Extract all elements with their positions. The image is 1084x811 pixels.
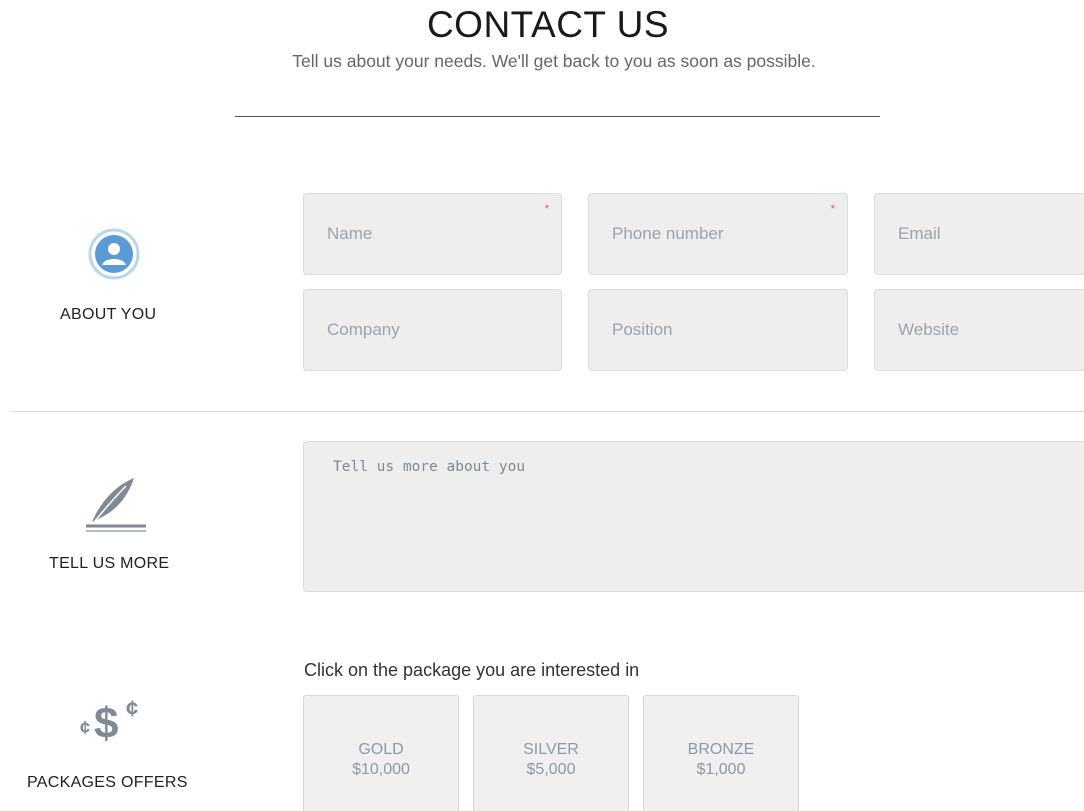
required-marker: * bbox=[544, 203, 549, 215]
svg-text:$: $ bbox=[94, 699, 118, 748]
packages-offers-label: PACKAGES OFFERS bbox=[27, 774, 188, 791]
package-price: $1,000 bbox=[696, 761, 746, 778]
package-name: GOLD bbox=[358, 741, 404, 758]
user-circle-icon bbox=[88, 228, 140, 285]
about-you-label: ABOUT YOU bbox=[60, 306, 157, 323]
website-placeholder: Website bbox=[898, 320, 960, 339]
tell-us-more-label: TELL US MORE bbox=[49, 555, 170, 572]
position-field[interactable]: Position bbox=[588, 289, 848, 371]
name-placeholder: Name bbox=[327, 224, 373, 243]
message-textarea[interactable]: Tell us more about you bbox=[303, 441, 1084, 592]
feather-quill-icon bbox=[84, 472, 148, 541]
email-field[interactable]: Email bbox=[874, 193, 1084, 275]
company-field[interactable]: Company bbox=[303, 289, 562, 371]
required-marker: * bbox=[830, 203, 835, 215]
package-bronze-button[interactable]: BRONZE $1,000 bbox=[643, 695, 799, 811]
package-gold-button[interactable]: GOLD $10,000 bbox=[303, 695, 459, 811]
title-divider bbox=[235, 116, 880, 117]
website-field[interactable]: Website bbox=[874, 289, 1084, 371]
phone-placeholder: Phone number bbox=[612, 224, 724, 243]
package-name: BRONZE bbox=[687, 741, 755, 758]
company-placeholder: Company bbox=[327, 320, 400, 339]
package-price: $10,000 bbox=[352, 761, 410, 778]
section-divider bbox=[10, 411, 1084, 412]
phone-field[interactable]: Phone number * bbox=[588, 193, 848, 275]
svg-text:¢: ¢ bbox=[80, 718, 90, 738]
package-price: $5,000 bbox=[526, 761, 576, 778]
name-field[interactable]: Name * bbox=[303, 193, 562, 275]
svg-text:¢: ¢ bbox=[126, 696, 138, 721]
position-placeholder: Position bbox=[612, 320, 673, 339]
message-placeholder: Tell us more about you bbox=[333, 459, 526, 475]
package-silver-button[interactable]: SILVER $5,000 bbox=[473, 695, 629, 811]
email-placeholder: Email bbox=[898, 224, 941, 243]
package-name: SILVER bbox=[523, 741, 579, 758]
packages-prompt: Click on the package you are interested … bbox=[304, 660, 640, 680]
page-subtitle: Tell us about your needs. We'll get back… bbox=[292, 51, 816, 71]
page-title: CONTACT US bbox=[426, 4, 670, 45]
dollar-cent-icon: ¢ $ ¢ bbox=[78, 690, 158, 755]
